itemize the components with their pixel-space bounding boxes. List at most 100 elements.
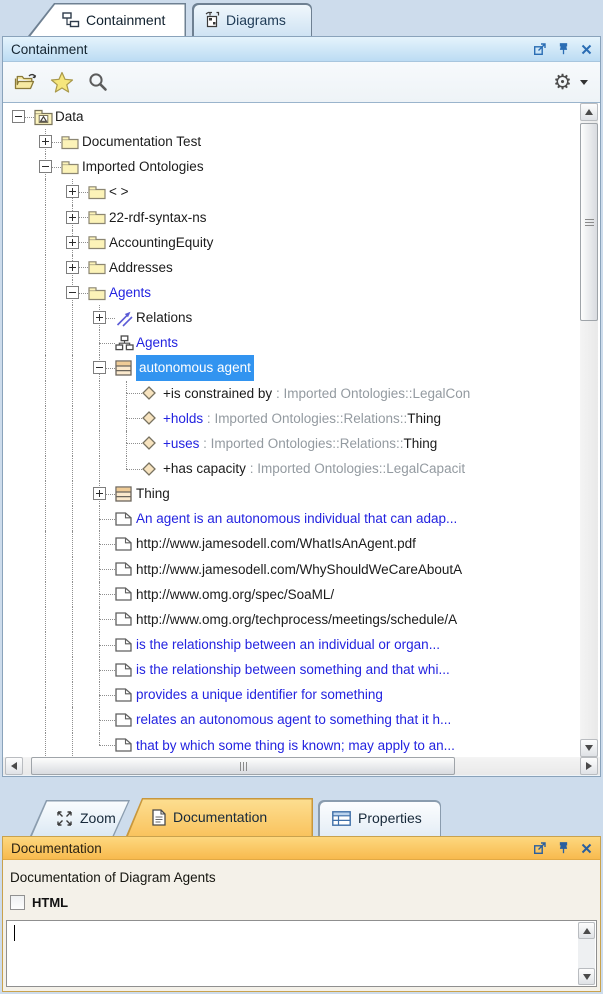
expand-icon[interactable] [39,135,52,149]
pin-icon[interactable] [558,43,569,55]
tree-node-label[interactable]: that by which some thing is known; may a… [136,733,455,757]
tree-row[interactable]: Addresses [6,254,579,280]
documentation-editor[interactable] [6,920,597,987]
collapse-icon[interactable] [12,110,25,124]
close-icon[interactable] [581,44,592,55]
tree-node-label[interactable]: +is constrained by : Imported Ontologies… [163,381,470,406]
float-icon[interactable] [534,43,546,55]
collapse-icon[interactable] [66,286,79,300]
tree-row[interactable]: http://www.omg.org/techprocess/meetings/… [6,606,579,632]
tree-node-label[interactable]: http://www.jamesodell.com/WhatIsAnAgent.… [136,531,416,556]
tree-node-label[interactable]: autonomous agent [136,355,254,381]
expand-icon[interactable] [66,260,79,274]
tree-vertical-scrollbar[interactable] [580,103,598,757]
tree-row[interactable]: that by which some thing is known; may a… [6,732,579,757]
tree-node-label[interactable]: relates an autonomous agent to something… [136,707,451,732]
tree-node-label[interactable]: is the relationship between an individua… [136,632,440,657]
tree-node-label[interactable]: Addresses [109,255,173,280]
dropdown-arrow-icon[interactable] [580,79,588,85]
tree-node-label[interactable]: +holds : Imported Ontologies::Relations:… [163,406,441,431]
tree-row[interactable]: autonomous agent [6,355,579,381]
tree-row[interactable]: is the relationship between something an… [6,657,579,683]
tree-node-label[interactable]: AccountingEquity [109,230,213,255]
scroll-down-button[interactable] [580,739,598,757]
tree-row[interactable]: Imported Ontologies [6,154,579,180]
expand-icon[interactable] [93,487,106,501]
tree-guide-line [45,606,46,632]
tree-row[interactable]: http://www.jamesodell.com/WhatIsAnAgent.… [6,531,579,557]
scroll-right-button[interactable] [580,757,598,775]
tree-node-label[interactable]: Agents [136,330,178,355]
tree-node-label[interactable]: +uses : Imported Ontologies::Relations::… [163,431,437,456]
scroll-up-button[interactable] [578,922,595,939]
tree-node-label[interactable]: http://www.omg.org/spec/SoaML/ [136,582,334,607]
expand-icon[interactable] [93,311,106,325]
tree-guide-line [45,581,46,607]
html-checkbox-label[interactable]: HTML [32,895,68,910]
tree-row[interactable]: Relations [6,305,579,331]
tree-node-label[interactable]: 22-rdf-syntax-ns [109,205,207,230]
tree-node-label[interactable]: Documentation Test [82,129,201,154]
editor-scrollbar[interactable] [578,922,595,985]
tree-guide-line [72,682,73,708]
tab-containment[interactable]: Containment [28,3,186,36]
scroll-down-button[interactable] [578,968,595,985]
tree-node-label[interactable]: Relations [136,305,192,330]
tree-node-label[interactable]: Agents [109,280,151,305]
tree-row[interactable]: 22-rdf-syntax-ns [6,204,579,230]
html-checkbox[interactable] [10,895,25,910]
tree-row[interactable]: is the relationship between an individua… [6,631,579,658]
tree-row[interactable]: relates an autonomous agent to something… [6,707,579,733]
tree-node-label[interactable]: +has capacity : Imported Ontologies::Leg… [163,456,465,481]
tab-properties[interactable]: Properties [318,800,441,836]
horizontal-scroll-thumb[interactable] [31,757,455,775]
containment-panel-title: Containment [11,41,88,57]
expand-icon[interactable] [66,185,79,199]
tree-row[interactable]: Documentation Test [6,129,579,155]
gear-icon[interactable]: ⚙ [553,71,572,93]
tree-row[interactable]: Data [6,104,579,129]
tree-row[interactable]: http://www.jamesodell.com/WhyShouldWeCar… [6,556,579,582]
tree-row[interactable]: Agents [6,279,579,306]
tree-node-label[interactable]: Data [55,104,84,129]
tree-row[interactable]: +has capacity : Imported Ontologies::Leg… [6,455,579,482]
collapse-icon[interactable] [93,361,106,375]
search-icon[interactable] [83,67,113,97]
tree-row[interactable]: Agents [6,330,579,356]
tree-row[interactable]: http://www.omg.org/spec/SoaML/ [6,581,579,607]
tree-node-label[interactable]: http://www.jamesodell.com/WhyShouldWeCar… [136,557,462,582]
favorites-star-icon[interactable] [47,67,77,97]
tree-node-label[interactable]: Thing [136,481,170,506]
scroll-left-button[interactable] [5,757,23,775]
tree-row[interactable]: +uses : Imported Ontologies::Relations::… [6,430,579,456]
expand-icon[interactable] [66,235,79,249]
tree-row[interactable]: +holds : Imported Ontologies::Relations:… [6,405,579,431]
tree-row[interactable]: < > [6,179,579,205]
collapse-icon[interactable] [39,160,52,174]
open-project-icon[interactable] [11,67,41,97]
float-icon[interactable] [534,842,546,854]
tree-row[interactable]: An agent is an autonomous individual tha… [6,506,579,532]
tree-row[interactable]: AccountingEquity [6,229,579,255]
tree-row[interactable]: provides a unique identifier for somethi… [6,682,579,708]
close-icon[interactable] [581,843,592,854]
vertical-scroll-thumb[interactable] [580,123,598,321]
tab-zoom[interactable]: Zoom [30,800,130,836]
tree-node-label[interactable]: < > [109,179,129,204]
tree-node-label[interactable]: http://www.omg.org/techprocess/meetings/… [136,607,457,632]
tree-node-label[interactable]: An agent is an autonomous individual tha… [136,506,457,531]
tab-diagrams[interactable]: Diagrams [192,3,312,36]
containment-panel-header: Containment [3,37,600,62]
tree-row[interactable]: +is constrained by : Imported Ontologies… [6,380,579,406]
tree-horizontal-scrollbar[interactable] [3,757,600,775]
tab-documentation[interactable]: Documentation [126,798,313,836]
tree-node-label[interactable]: is the relationship between something an… [136,657,450,682]
tree-guide-line [45,657,46,683]
expand-icon[interactable] [66,210,79,224]
pin-icon[interactable] [558,842,569,854]
tree-row[interactable]: Thing [6,481,579,507]
scroll-up-button[interactable] [580,103,598,121]
tree-node-label[interactable]: provides a unique identifier for somethi… [136,682,383,707]
tree-node-label[interactable]: Imported Ontologies [82,154,204,179]
tree-guide-line [99,669,100,683]
